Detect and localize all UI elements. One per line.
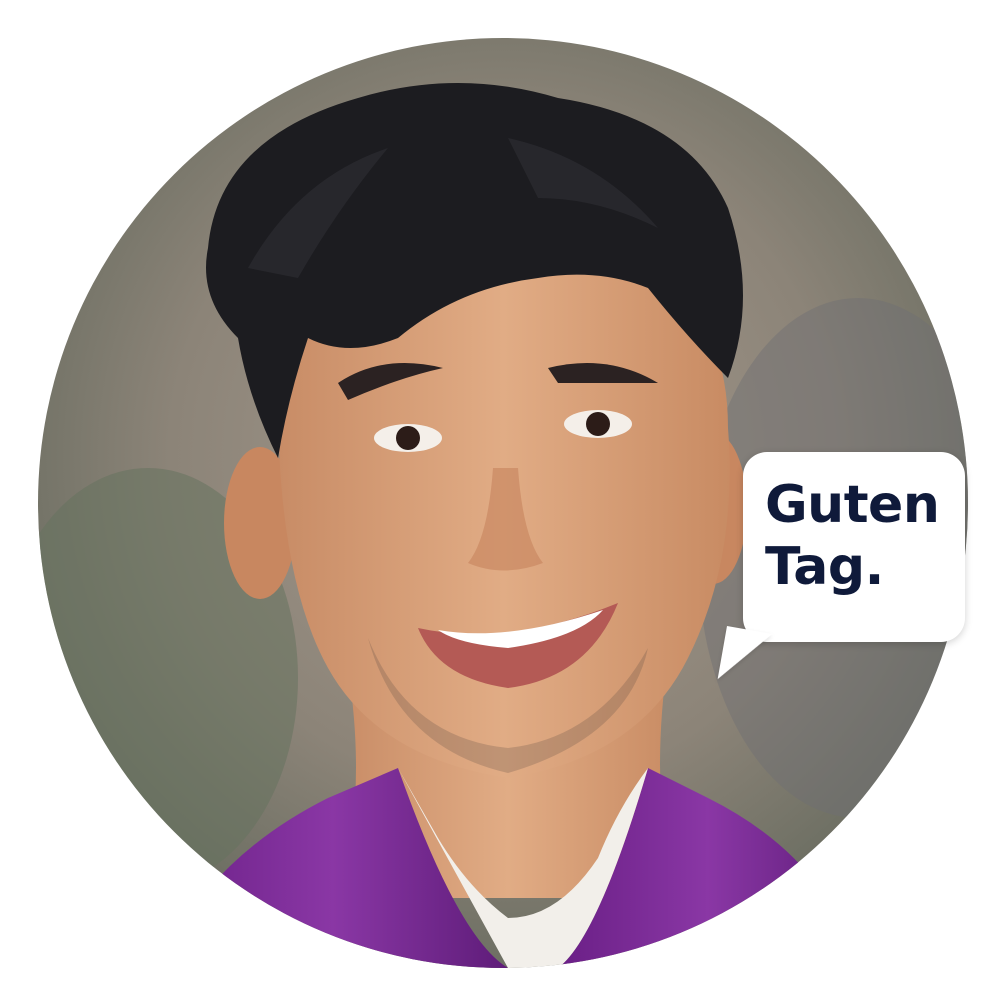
speech-bubble: Guten Tag. bbox=[717, 452, 965, 688]
speech-bubble-line1: Guten bbox=[765, 475, 940, 535]
speech-bubble-tail bbox=[717, 626, 773, 688]
speech-bubble-line2: Tag. bbox=[765, 537, 884, 597]
